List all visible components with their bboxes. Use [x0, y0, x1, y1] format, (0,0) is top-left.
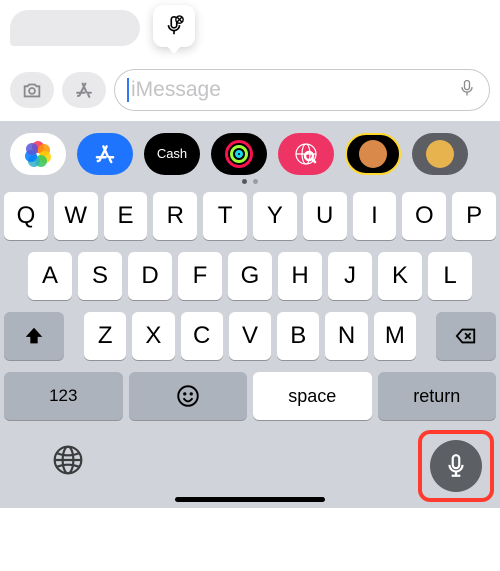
mic-disabled-tooltip: [153, 5, 195, 47]
activity-chip[interactable]: [211, 133, 267, 175]
apple-cash-label: Cash: [157, 146, 187, 161]
key-u[interactable]: U: [303, 192, 347, 240]
shift-key[interactable]: [4, 312, 64, 360]
shift-icon: [23, 325, 45, 347]
key-a[interactable]: A: [28, 252, 72, 300]
key-t[interactable]: T: [203, 192, 247, 240]
key-m[interactable]: M: [374, 312, 416, 360]
app-store-icon: [73, 79, 95, 101]
animoji-chip[interactable]: [412, 133, 468, 175]
backspace-icon: [455, 325, 477, 347]
message-input[interactable]: iMessage: [114, 69, 490, 111]
compose-bar: iMessage: [0, 59, 500, 121]
key-g[interactable]: G: [228, 252, 272, 300]
key-r[interactable]: R: [153, 192, 197, 240]
key-j[interactable]: J: [328, 252, 372, 300]
globe-button[interactable]: [52, 444, 84, 481]
app-store-icon: [92, 141, 118, 167]
key-o[interactable]: O: [402, 192, 446, 240]
key-s[interactable]: S: [78, 252, 122, 300]
backspace-key[interactable]: [436, 312, 496, 360]
space-key[interactable]: space: [253, 372, 372, 420]
keyboard: QWERTYUIOP ASDFGHJKL ZXCVBNM 123 space r…: [0, 186, 500, 428]
key-w[interactable]: W: [54, 192, 98, 240]
key-l[interactable]: L: [428, 252, 472, 300]
key-p[interactable]: P: [452, 192, 496, 240]
camera-button[interactable]: [10, 72, 54, 108]
key-d[interactable]: D: [128, 252, 172, 300]
mic-disabled-icon: [163, 15, 185, 37]
text-caret: [127, 78, 129, 102]
return-label: return: [413, 386, 460, 407]
apps-button[interactable]: [62, 72, 106, 108]
globe-icon: [52, 444, 84, 476]
imessage-app-tray[interactable]: Cash: [0, 121, 500, 186]
animoji-icon: [426, 140, 454, 168]
numeric-mode-label: 123: [49, 386, 77, 406]
image-search-chip[interactable]: [278, 133, 334, 175]
key-n[interactable]: N: [325, 312, 367, 360]
numeric-mode-key[interactable]: 123: [4, 372, 123, 420]
image-search-icon: [294, 142, 318, 166]
return-key[interactable]: return: [378, 372, 497, 420]
photos-app-chip[interactable]: [10, 133, 66, 175]
key-y[interactable]: Y: [253, 192, 297, 240]
key-i[interactable]: I: [353, 192, 397, 240]
app-store-chip[interactable]: [77, 133, 133, 175]
tray-page-indicator: [242, 179, 258, 184]
emoji-icon: [175, 383, 201, 409]
dictation-highlight: [418, 430, 494, 502]
memoji-chip[interactable]: [345, 133, 401, 175]
camera-icon: [21, 79, 43, 101]
key-v[interactable]: V: [229, 312, 271, 360]
key-h[interactable]: H: [278, 252, 322, 300]
key-f[interactable]: F: [178, 252, 222, 300]
photos-app-icon: [24, 140, 52, 168]
dictation-mic-icon: [443, 453, 469, 479]
memoji-icon: [359, 140, 387, 168]
key-x[interactable]: X: [132, 312, 174, 360]
home-indicator[interactable]: [175, 497, 325, 502]
keyboard-system-bar: [0, 428, 500, 508]
space-label: space: [288, 386, 336, 407]
key-e[interactable]: E: [104, 192, 148, 240]
key-z[interactable]: Z: [84, 312, 126, 360]
activity-rings-icon: [225, 140, 253, 168]
message-placeholder: iMessage: [131, 78, 457, 102]
mic-icon: [457, 78, 477, 98]
apple-cash-chip[interactable]: Cash: [144, 133, 200, 175]
input-mic-button[interactable]: [457, 78, 477, 103]
key-b[interactable]: B: [277, 312, 319, 360]
received-message-bubble[interactable]: [10, 10, 140, 46]
key-k[interactable]: K: [378, 252, 422, 300]
emoji-key[interactable]: [129, 372, 248, 420]
key-c[interactable]: C: [181, 312, 223, 360]
dictation-button[interactable]: [430, 440, 482, 492]
key-q[interactable]: Q: [4, 192, 48, 240]
